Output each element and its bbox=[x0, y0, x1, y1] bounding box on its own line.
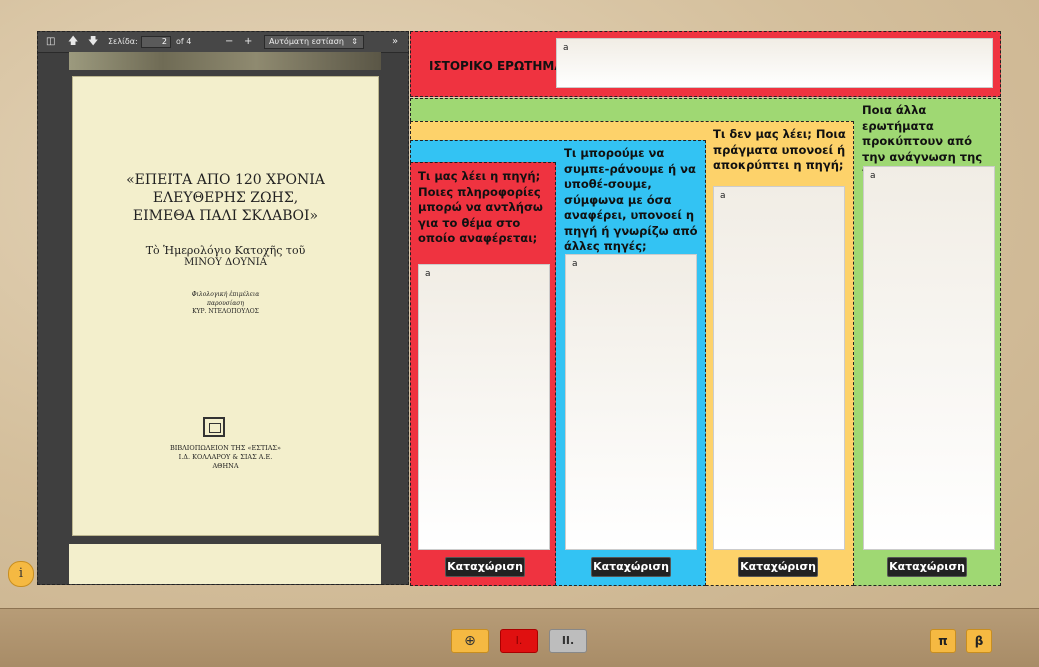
column-2-submit-button[interactable]: Καταχώριση bbox=[591, 557, 671, 577]
book-editor-line: παρουσίαση bbox=[207, 300, 244, 307]
book-editor-line: ΚΥΡ. ΝΤΕΛΟΠΟΥΛΟΣ bbox=[192, 308, 259, 315]
page-total: of 4 bbox=[176, 37, 192, 46]
publisher-line: Ι.Δ. ΚΟΛΛΑΡΟΥ & ΣΙΑΣ Α.Ε. bbox=[178, 453, 273, 461]
column-3-prompt: Τι δεν μας λέει; Ποια πράγματα υπονοεί ή… bbox=[713, 127, 846, 172]
page-label: Σελίδα: bbox=[108, 37, 138, 46]
column-1-submit-button[interactable]: Καταχώριση bbox=[445, 557, 525, 577]
column-2-prompt: Τι μπορούμε να συμπε-ράνουμε ή να υποθέ-… bbox=[564, 146, 698, 253]
part-one-button[interactable]: I. bbox=[500, 629, 538, 653]
next-page-icon[interactable]: 🡇 bbox=[88, 36, 98, 48]
target-icon[interactable]: ⊕ bbox=[451, 629, 489, 653]
chevron-down-icon: ⇕ bbox=[351, 37, 358, 46]
previous-page-icon[interactable]: 🡅 bbox=[68, 36, 78, 48]
question-input[interactable]: a bbox=[556, 38, 993, 88]
column-2-input[interactable]: a bbox=[565, 254, 697, 550]
zoom-select-value: Αυτόματη εστίαση bbox=[269, 37, 344, 46]
publisher-line: ΒΙΒΛΙΟΠΩΛΕΙΟΝ ΤΗΣ «ΕΣΤΙΑΣ» bbox=[169, 444, 281, 452]
column-4-input[interactable]: a bbox=[863, 166, 995, 550]
publisher-line: ΑΘΗΝΑ bbox=[212, 462, 239, 470]
beta-button[interactable]: β bbox=[966, 629, 992, 653]
previous-page-fragment bbox=[69, 52, 381, 70]
publisher-logo-icon bbox=[203, 417, 225, 437]
pdf-viewer: ◫ 🡅 🡇 Σελίδα: 2 of 4 − + Αυτόματη εστίασ… bbox=[37, 31, 409, 585]
page-number-input[interactable]: 2 bbox=[141, 36, 171, 48]
part-two-button[interactable]: II. bbox=[549, 629, 587, 653]
zoom-in-button[interactable]: + bbox=[244, 36, 252, 48]
column-3-submit-button[interactable]: Καταχώριση bbox=[738, 557, 818, 577]
sidebar-toggle-icon[interactable]: ◫ bbox=[46, 36, 55, 48]
question-label: ΙΣΤΟΡΙΚΟ ΕΡΩΤΗΜΑ: bbox=[429, 59, 569, 73]
pi-button[interactable]: π bbox=[930, 629, 956, 653]
viewer-toolbar: ◫ 🡅 🡇 Σελίδα: 2 of 4 − + Αυτόματη εστίασ… bbox=[38, 32, 408, 53]
pdf-page: «ΕΠΕΙΤΑ ΑΠΟ 120 ΧΡΟΝΙΑ ΕΛΕΥΘΕΡΗΣ ΖΩΗΣ, Ε… bbox=[73, 77, 378, 535]
zoom-out-button[interactable]: − bbox=[225, 36, 233, 48]
more-tools-button[interactable]: » bbox=[392, 36, 398, 48]
column-1-input[interactable]: a bbox=[418, 264, 550, 550]
book-title-line: ΕΛΕΥΘΕΡΗΣ ΖΩΗΣ, bbox=[152, 190, 299, 206]
book-subtitle-line: ΜΙΝΟΥ ΔΟΥΝΙΑ bbox=[184, 257, 267, 268]
column-3-input[interactable]: a bbox=[713, 186, 845, 550]
zoom-select[interactable]: Αυτόματη εστίαση ⇕ bbox=[264, 35, 364, 49]
question-panel: ΙΣΤΟΡΙΚΟ ΕΡΩΤΗΜΑ: a bbox=[410, 31, 1001, 97]
book-editor-line: Φιλολογική ἐπιμέλεια bbox=[191, 291, 260, 298]
book-title-line: ΕΙΜΕΘΑ ΠΑΛΙ ΣΚΛΑΒΟΙ» bbox=[132, 208, 319, 224]
book-title-line: «ΕΠΕΙΤΑ ΑΠΟ 120 ΧΡΟΝΙΑ bbox=[126, 172, 325, 188]
book-subtitle-line: Τὸ Ἡμερολόγιο Κατοχῆς τοῦ bbox=[145, 244, 306, 257]
column-1-prompt: Τι μας λέει η πηγή; Ποιες πληροφορίες μπ… bbox=[418, 169, 543, 245]
column-4-submit-button[interactable]: Καταχώριση bbox=[887, 557, 967, 577]
next-page-fragment bbox=[69, 544, 381, 584]
info-button[interactable]: i bbox=[8, 561, 34, 587]
